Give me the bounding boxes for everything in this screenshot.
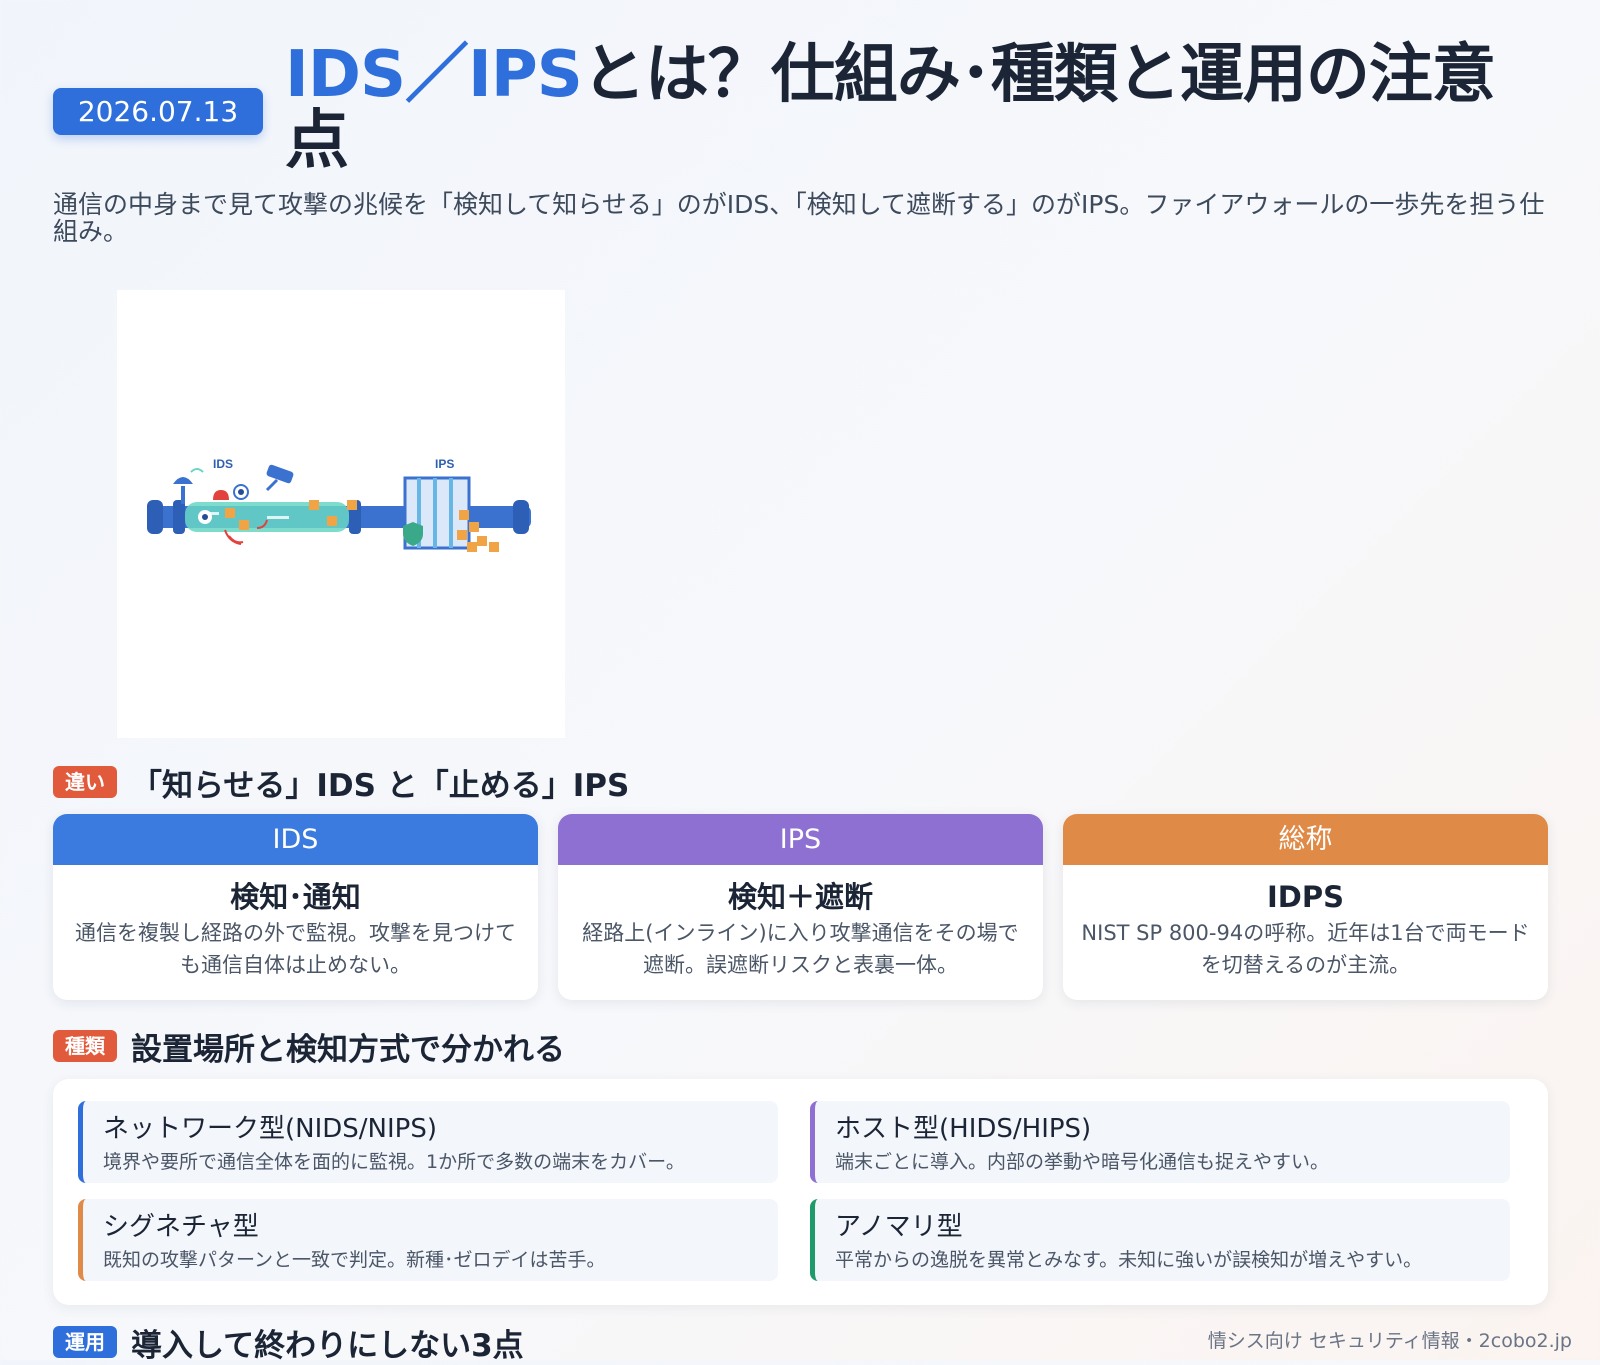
card-header: IPS xyxy=(558,814,1043,865)
footer-credit: 情シス向け セキュリティ情報・2cobo2.jp xyxy=(1207,1330,1572,1352)
section-header-difference: 違い 「知らせる」IDS と「止める」IPS xyxy=(53,762,630,804)
title-accent: IDS／IPS xyxy=(285,38,583,112)
type-description: 平常からの逸脱を異常とみなす。未知に強いが誤検知が増えやすい。 xyxy=(835,1249,1423,1271)
blocked-packet xyxy=(457,530,467,540)
eye-pupil xyxy=(238,489,244,495)
section-tag: 種類 xyxy=(53,1030,117,1062)
ids-ips-illustration: IDS IPS xyxy=(117,290,565,738)
blocked-packet xyxy=(489,542,499,552)
type-item-signature: シグネチャ型 既知の攻撃パターンと一致で判定。新種･ゼロデイは苦手。 xyxy=(78,1199,778,1281)
card-main-label: IDPS xyxy=(1266,880,1344,914)
blocked-packet xyxy=(467,542,477,552)
types-panel: ネットワーク型(NIDS/NIPS) 境界や要所で通信全体を面的に監視。1か所で… xyxy=(53,1079,1548,1305)
card-header: IDS xyxy=(53,814,538,865)
type-description: 境界や要所で通信全体を面的に監視。1か所で多数の端末をカバー。 xyxy=(103,1151,685,1173)
type-title: アノマリ型 xyxy=(835,1212,963,1242)
attack-packet xyxy=(327,516,337,526)
card-ids: IDS 検知･通知 通信を複製し経路の外で監視。攻撃を見つけても通信自体は止めな… xyxy=(53,814,538,1000)
section-header-types: 種類 設置場所と検知方式で分かれる xyxy=(53,1026,565,1068)
section-title: 導入して終わりにしない3点 xyxy=(131,1327,524,1364)
type-description: 端末ごとに導入。内部の挙動や暗号化通信も捉えやすい。 xyxy=(835,1151,1330,1173)
blocked-packet xyxy=(477,536,487,546)
card-main-label: 検知＋遮断 xyxy=(727,880,873,914)
section-title: 設置場所と検知方式で分かれる xyxy=(131,1031,565,1068)
type-item-network: ネットワーク型(NIDS/NIPS) 境界や要所で通信全体を面的に監視。1か所で… xyxy=(78,1101,778,1183)
section-header-operation: 運用 導入して終わりにしない3点 xyxy=(53,1322,524,1364)
lead-text: 通信の中身まで見て攻撃の兆候を「検知して知らせる」のがIDS、「検知して遮断する… xyxy=(53,190,1545,246)
pipe-flange-right xyxy=(513,500,529,534)
card-description: 経路上(インライン)に入り攻撃通信をその場で遮断。誤遮断リスクと表裏一体。 xyxy=(582,921,1019,977)
signal-wave xyxy=(190,468,204,473)
camera-mount xyxy=(265,478,279,492)
type-title: ホスト型(HIDS/HIPS) xyxy=(835,1114,1092,1144)
type-title: ネットワーク型(NIDS/NIPS) xyxy=(103,1114,437,1144)
ips-label: IPS xyxy=(435,457,454,471)
section-tag: 違い xyxy=(53,766,117,798)
type-title: シグネチャ型 xyxy=(103,1212,259,1242)
type-item-host: ホスト型(HIDS/HIPS) 端末ごとに導入。内部の挙動や暗号化通信も捉えやす… xyxy=(810,1101,1510,1183)
section-tag: 運用 xyxy=(53,1326,117,1358)
card-main-label: 検知･通知 xyxy=(230,880,361,914)
card-ips: IPS 検知＋遮断 経路上(インライン)に入り攻撃通信をその場で遮断。誤遮断リス… xyxy=(558,814,1043,1000)
alarm-light-icon xyxy=(213,490,229,500)
card-idps: 総称 IDPS NIST SP 800-94の呼称。近年は1台で両モードを切替え… xyxy=(1063,814,1548,1000)
card-description: 通信を複製し経路の外で監視。攻撃を見つけても通信自体は止めない。 xyxy=(75,921,516,977)
card-header: 総称 xyxy=(1063,814,1548,865)
blocked-packet xyxy=(469,522,479,532)
pipe-flange xyxy=(173,500,185,534)
data-stream xyxy=(267,516,289,519)
section-title: 「知らせる」IDS と「止める」IPS xyxy=(131,767,630,804)
attack-packet xyxy=(225,508,235,518)
camera-icon xyxy=(266,464,294,484)
card-description: NIST SP 800-94の呼称。近年は1台で両モードを切替えるのが主流。 xyxy=(1081,921,1530,977)
type-description: 既知の攻撃パターンと一致で判定。新種･ゼロデイは苦手。 xyxy=(103,1249,606,1271)
pipe-flange-left xyxy=(147,500,163,534)
type-item-anomaly: アノマリ型 平常からの逸脱を異常とみなす。未知に強いが誤検知が増えやすい。 xyxy=(810,1199,1510,1281)
ids-label: IDS xyxy=(213,457,233,471)
pipeline-illustration: IDS IPS xyxy=(147,457,531,552)
date-badge: 2026.07.13 xyxy=(53,88,263,135)
attack-packet xyxy=(239,520,249,530)
page-title: IDS／IPSとは？仕組み･種類と運用の注意点 xyxy=(285,42,1545,174)
blocked-packet xyxy=(459,510,469,520)
attack-packet xyxy=(347,500,357,510)
eye-pupil xyxy=(202,514,208,520)
attack-packet xyxy=(309,500,319,510)
comparison-cards: IDS 検知･通知 通信を複製し経路の外で監視。攻撃を見つけても通信自体は止めな… xyxy=(53,814,1548,1000)
satellite-dish-icon xyxy=(173,477,193,484)
